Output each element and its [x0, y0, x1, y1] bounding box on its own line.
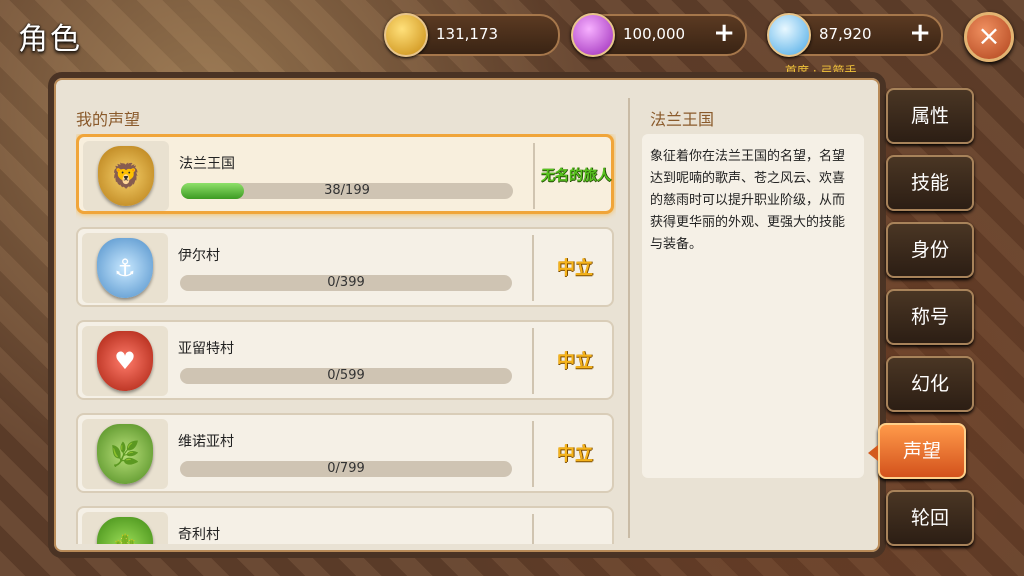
faction-description: 象征着你在法兰王国的名望，名望达到呢喃的歌声、苍之风云、欢喜的慈雨时可以提升职业… — [642, 134, 864, 478]
reputation-row-qili[interactable]: 🌵 奇利村 — [76, 506, 614, 544]
add-gem-button[interactable]: + — [713, 18, 735, 48]
tab-titles[interactable]: 称号 — [886, 289, 974, 345]
gold-coin-icon — [384, 13, 428, 57]
close-button[interactable]: × — [964, 12, 1014, 62]
green-serpent-tree-icon: 🌿 — [97, 424, 153, 484]
purple-gem-icon — [571, 13, 615, 57]
diamond-value: 87,920 — [819, 25, 872, 43]
reputation-row-weinuoya[interactable]: 🌿 维诺亚村 0/799 中立 — [76, 413, 614, 493]
diamond-currency: 87,920 + — [767, 13, 943, 57]
progress-text: 0/599 — [327, 368, 365, 383]
winged-anchor-icon: ⚓ — [97, 238, 153, 298]
tab-transmog[interactable]: 幻化 — [886, 356, 974, 412]
panel-divider — [628, 98, 630, 538]
page-title: 角色 — [18, 22, 82, 57]
green-cactus-icon: 🌵 — [97, 517, 153, 544]
faction-name: 法兰王国 — [179, 156, 235, 172]
row-divider — [532, 235, 534, 301]
progress-bar: 0/799 — [180, 461, 512, 477]
emblem-frame: 🦁 — [83, 141, 169, 211]
reputation-row-yaliute[interactable]: ♥ 亚留特村 0/599 中立 — [76, 320, 614, 400]
tab-identity[interactable]: 身份 — [886, 222, 974, 278]
row-divider — [532, 514, 534, 544]
gold-value: 131,173 — [436, 25, 499, 43]
tab-attributes[interactable]: 属性 — [886, 88, 974, 144]
progress-bar: 0/399 — [180, 275, 512, 291]
add-diamond-button[interactable]: + — [909, 18, 931, 48]
row-divider — [532, 328, 534, 394]
faction-name: 亚留特村 — [178, 341, 234, 357]
reputation-panel: 我的声望 法兰王国 🦁 法兰王国 38/199 无名的旅人 ⚓ 伊尔村 0/39… — [48, 72, 886, 558]
lion-shield-icon: 🦁 — [98, 146, 154, 206]
row-divider — [532, 421, 534, 487]
tab-skills[interactable]: 技能 — [886, 155, 974, 211]
gem-value: 100,000 — [623, 25, 686, 43]
selected-faction-title: 法兰王国 — [650, 110, 715, 129]
progress-text: 0/399 — [327, 275, 365, 290]
progress-text: 0/799 — [327, 461, 365, 476]
tab-reputation[interactable]: 声望 — [868, 423, 966, 479]
reputation-list[interactable]: 🦁 法兰王国 38/199 无名的旅人 ⚓ 伊尔村 0/399 中立 ♥ 亚留特… — [76, 134, 616, 544]
progress-bar: 38/199 — [181, 183, 513, 199]
my-reputation-title: 我的声望 — [76, 110, 141, 129]
emblem-frame: ⚓ — [82, 233, 168, 303]
status-label: 中立 — [557, 444, 593, 465]
side-tabs: 属性 技能 身份 称号 幻化 声望 轮回 — [868, 88, 978, 557]
reputation-row-yier[interactable]: ⚓ 伊尔村 0/399 中立 — [76, 227, 614, 307]
faction-name: 维诺亚村 — [178, 434, 234, 450]
diamond-icon — [767, 13, 811, 57]
status-label: 无名的旅人 — [541, 168, 611, 184]
progress-text: 38/199 — [324, 183, 370, 198]
emblem-frame: 🌵 — [82, 512, 168, 544]
emblem-frame: ♥ — [82, 326, 168, 396]
faction-name: 伊尔村 — [178, 248, 220, 264]
gold-currency: 131,173 — [384, 13, 560, 57]
emblem-frame: 🌿 — [82, 419, 168, 489]
faction-name: 奇利村 — [178, 527, 220, 543]
row-divider — [533, 143, 535, 209]
gem-currency: 100,000 + — [571, 13, 747, 57]
progress-bar: 0/599 — [180, 368, 512, 384]
tab-reincarnation[interactable]: 轮回 — [886, 490, 974, 546]
red-heart-shield-icon: ♥ — [97, 331, 153, 391]
status-label: 中立 — [557, 351, 593, 372]
reputation-row-falan[interactable]: 🦁 法兰王国 38/199 无名的旅人 — [76, 134, 614, 214]
status-label: 中立 — [557, 258, 593, 279]
